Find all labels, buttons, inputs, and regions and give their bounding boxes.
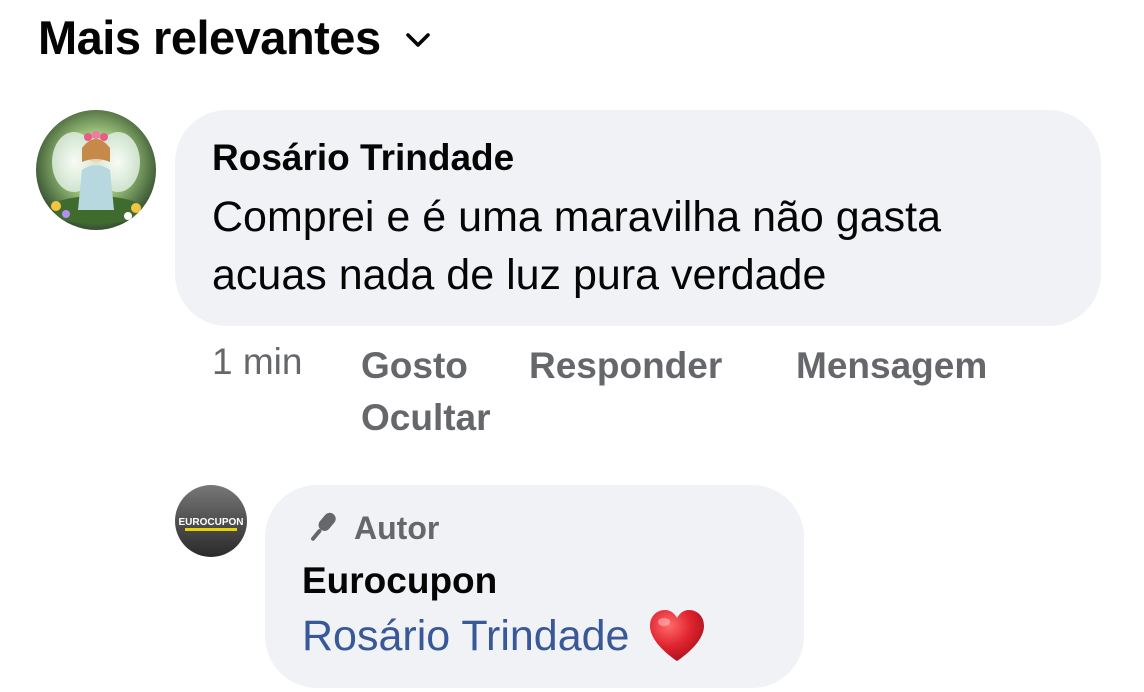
comment-author[interactable]: Rosário Trindade: [212, 134, 1065, 182]
microphone-icon: [311, 512, 336, 541]
author-badge-label: Autor: [354, 510, 440, 546]
angel-avatar-icon: [36, 110, 156, 230]
eurocupon-logo: EUROCUPON: [175, 485, 247, 557]
sort-dropdown[interactable]: Mais relevantes: [38, 10, 431, 66]
mention-link[interactable]: Rosário Trindade: [302, 607, 629, 665]
message-button[interactable]: Mensagem: [796, 340, 987, 392]
reply-button[interactable]: Responder: [529, 340, 722, 392]
reply-author[interactable]: Eurocupon: [302, 557, 768, 605]
sort-label: Mais relevantes: [38, 11, 381, 64]
comment-bubble: Rosário Trindade Comprei e é uma maravil…: [175, 110, 1101, 326]
reply-bubble: Autor Eurocupon Rosário Trindade: [265, 485, 804, 688]
chevron-down-icon: [405, 33, 430, 47]
hide-button[interactable]: Ocultar: [361, 392, 491, 444]
logo-text: EUROCUPON: [178, 517, 243, 528]
comment-timestamp: 1 min: [212, 341, 303, 382]
author-badge: Autor: [302, 507, 768, 549]
comment-text: Comprei e é uma maravilha não gasta acua…: [212, 193, 941, 299]
like-button[interactable]: Gosto: [361, 340, 468, 392]
page-avatar[interactable]: EUROCUPON: [175, 485, 247, 557]
reply-text: Rosário Trindade: [302, 607, 768, 665]
commenter-avatar[interactable]: [36, 110, 156, 230]
comment-actions: 1 min Gosto Responder Mensagem Ocultar: [212, 336, 1112, 438]
heart-icon: [650, 610, 705, 661]
